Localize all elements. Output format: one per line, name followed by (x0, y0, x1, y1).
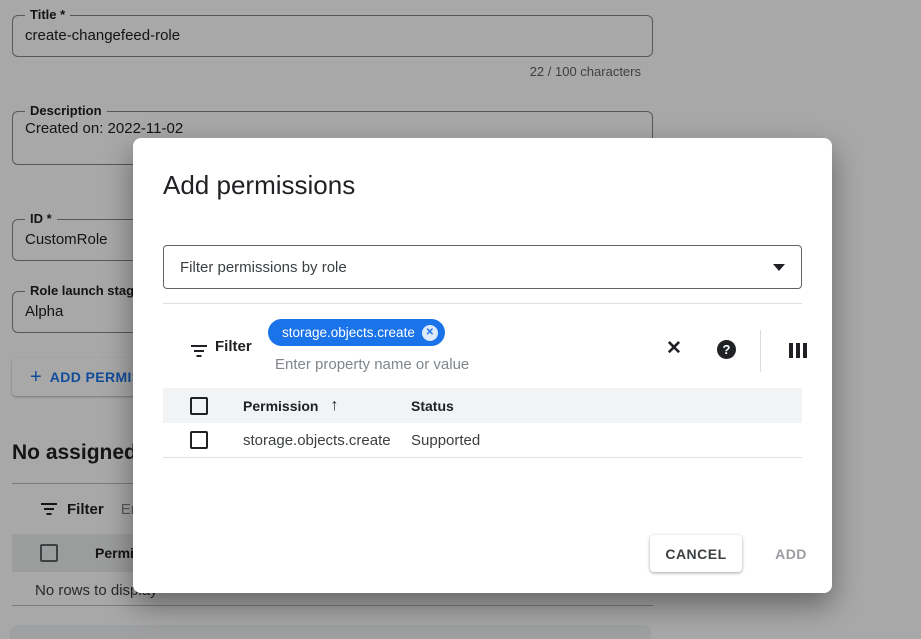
row-status-cell: Supported (411, 432, 480, 449)
dialog-filter-label: Filter (215, 338, 252, 355)
add-permissions-dialog: Add permissions Filter permissions by ro… (133, 138, 832, 593)
sort-ascending-icon: ↑ (330, 397, 338, 415)
dialog-filter-bar: Filter storage.objects.create ✕ Enter pr… (163, 303, 802, 388)
dialog-table-header: Permission ↑ Status (163, 388, 802, 423)
row-checkbox[interactable] (190, 431, 208, 449)
create-role-page: Title * create-changefeed-role 22 / 100 … (0, 0, 921, 639)
dialog-filter-input[interactable]: Enter property name or value (275, 356, 469, 373)
row-permission-cell: storage.objects.create (243, 432, 405, 449)
cancel-button[interactable]: CANCEL (650, 535, 742, 572)
clear-filter-icon[interactable]: ✕ (666, 337, 682, 360)
filter-permissions-by-role-dropdown[interactable]: Filter permissions by role (163, 245, 802, 289)
add-button[interactable]: ADD (763, 535, 819, 572)
divider (760, 330, 761, 372)
column-display-options-icon[interactable] (789, 343, 807, 358)
filter-chip[interactable]: storage.objects.create ✕ (268, 319, 445, 346)
dialog-title: Add permissions (163, 170, 355, 201)
filter-chip-label: storage.objects.create (282, 325, 415, 340)
help-icon[interactable]: ? (717, 340, 736, 359)
filter-icon (190, 344, 208, 362)
table-row[interactable]: storage.objects.create Supported (163, 423, 802, 458)
permission-column-header[interactable]: Permission ↑ (243, 397, 393, 415)
role-dropdown-placeholder: Filter permissions by role (180, 259, 347, 276)
status-column-header[interactable]: Status (411, 398, 454, 414)
permission-column-label: Permission (243, 398, 318, 414)
chip-remove-icon[interactable]: ✕ (422, 325, 438, 341)
chevron-down-icon (773, 264, 785, 271)
select-all-checkbox[interactable] (190, 397, 208, 415)
